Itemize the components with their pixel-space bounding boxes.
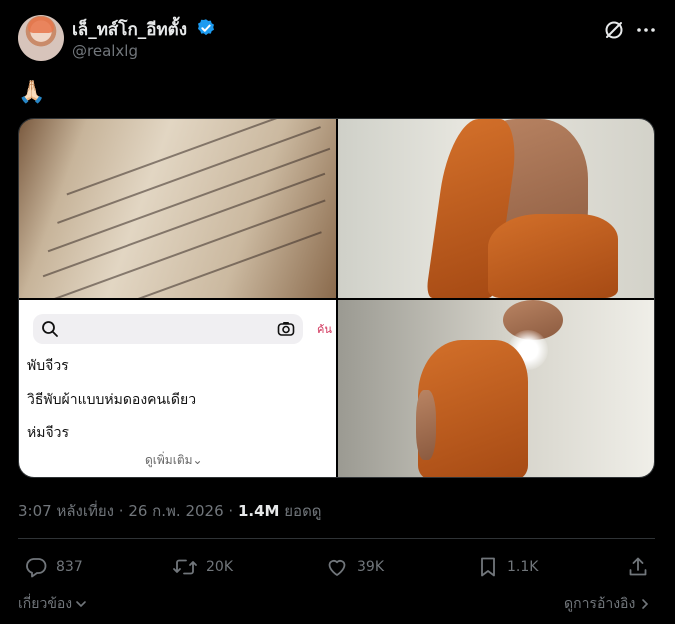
bookmark-count: 1.1K	[507, 559, 539, 575]
suggestion-item[interactable]: พับจีวร	[27, 355, 69, 377]
bookmark-icon	[481, 557, 495, 577]
related-link[interactable]: เกี่ยวข้อง	[18, 593, 88, 615]
meta-separator: ·	[228, 502, 234, 520]
search-cut-text: ค้น	[317, 323, 332, 336]
bookmark-button[interactable]: 1.1K	[477, 555, 538, 579]
divider	[18, 538, 655, 539]
handle[interactable]: @realxlg	[72, 42, 138, 60]
repost-button[interactable]: 20K	[172, 555, 233, 579]
search-panel: ค้น พับจีวร วิธีพับผ้าแบบห่มดองคนเดียว ห…	[19, 300, 336, 477]
share-icon	[629, 557, 647, 576]
display-name[interactable]: เล็_ทส์โก_อีทตั้ง	[72, 16, 187, 43]
heart-icon	[328, 559, 346, 576]
see-more-link[interactable]: ดูเพิ่มเติม⌄	[145, 451, 203, 470]
like-button[interactable]: 39K	[325, 555, 384, 579]
suggestion-item[interactable]: วิธีพับผ้าแบบห่มดองคนเดียว	[27, 389, 196, 411]
repost-icon	[173, 559, 197, 575]
verified-badge-icon[interactable]	[196, 18, 216, 38]
chevron-down-icon	[76, 601, 86, 608]
tweet-meta: 3:07 หลังเที่ยง · 26 ก.พ. 2026 · 1.4M ยอ…	[18, 499, 322, 523]
view-quotes-link[interactable]: ดูการอ้างอิง	[564, 593, 651, 615]
repost-count: 20K	[206, 559, 233, 575]
grok-icon[interactable]	[602, 18, 626, 42]
share-button[interactable]	[627, 555, 649, 579]
photo-monk-robe-2[interactable]	[338, 300, 654, 477]
chevron-down-icon: ⌄	[192, 453, 203, 467]
photo-book-page[interactable]	[19, 119, 336, 298]
tweet-text: 🙏🏻	[18, 80, 46, 105]
suggestion-item[interactable]: ห่มจีวร	[27, 422, 69, 444]
view-count-label: ยอดดู	[284, 502, 322, 520]
search-icon	[42, 321, 58, 337]
camera-icon[interactable]	[277, 320, 295, 338]
photo-monk-robe-1[interactable]	[338, 119, 654, 298]
chevron-right-icon	[642, 599, 649, 609]
reply-icon	[26, 558, 47, 578]
tweet-time[interactable]: 3:07 หลังเที่ยง	[18, 502, 114, 520]
view-count: 1.4M	[237, 502, 280, 520]
like-count: 39K	[357, 559, 384, 575]
reply-count: 837	[56, 559, 83, 575]
search-input[interactable]	[33, 314, 303, 344]
view-quotes-label: ดูการอ้างอิง	[564, 596, 636, 612]
media-grid: ค้น พับจีวร วิธีพับผ้าแบบห่มดองคนเดียว ห…	[18, 118, 655, 478]
avatar[interactable]	[18, 15, 64, 61]
meta-separator: ·	[118, 502, 124, 520]
related-label: เกี่ยวข้อง	[18, 596, 73, 612]
reply-button[interactable]: 837	[24, 555, 83, 579]
see-more-label: ดูเพิ่มเติม	[145, 453, 193, 467]
tweet-date[interactable]: 26 ก.พ. 2026	[128, 502, 223, 520]
more-options-icon[interactable]	[635, 19, 657, 41]
